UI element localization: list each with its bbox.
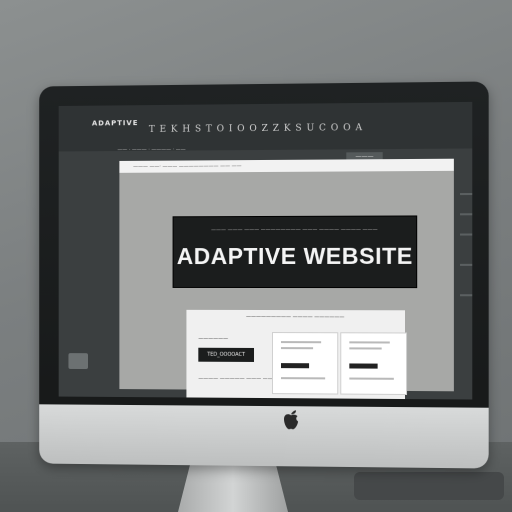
preview-card[interactable]: [340, 332, 407, 395]
sidebar-line: [460, 264, 472, 266]
hero-kicker: ——— ——— ——— ———————— ——— ———— ———— ———: [174, 227, 417, 234]
brand-logo[interactable]: ADAPTIVE: [92, 119, 138, 127]
sidebar-line: [460, 193, 472, 195]
hero-title: ADAPTIVE WEBSITE: [174, 243, 417, 270]
url-bar[interactable]: ——— ——· ——— ———————— —— ——: [119, 159, 454, 173]
content-section: ————————— ———— —————— —————— TED_OOOOACT…: [186, 310, 405, 400]
preview-card[interactable]: [272, 332, 338, 394]
section-heading: ————————— ———— ——————: [246, 314, 344, 320]
imac-monitor: ADAPTIVE T E K H S T O I O O Z Z K S U C…: [39, 81, 488, 468]
card-line: [349, 341, 389, 343]
sidebar-line: [460, 294, 472, 296]
nav-links[interactable]: —— · ——— · ———— · ——: [117, 147, 185, 153]
card-bar: [281, 363, 309, 368]
monitor-chin: [39, 404, 488, 468]
sidebar-line: [460, 233, 472, 235]
dock-icon[interactable]: [68, 353, 88, 369]
sidebar-line: [460, 213, 472, 215]
card-line: [349, 378, 394, 380]
card-line: [281, 347, 313, 349]
screen: ADAPTIVE T E K H S T O I O O Z Z K S U C…: [59, 102, 473, 400]
monitor-stand: [178, 460, 288, 512]
cta-button[interactable]: TED_OOOOACT: [198, 348, 254, 362]
card-bar: [349, 363, 377, 368]
apple-logo-icon: [282, 408, 300, 430]
browser-page: ——— ——· ——— ———————— —— —— ——— ——— ——— —…: [119, 159, 454, 392]
hero-banner: ——— ——— ——— ———————— ——— ———— ———— ——— A…: [173, 215, 418, 288]
card-line: [281, 341, 321, 343]
app-header: ADAPTIVE T E K H S T O I O O Z Z K S U C…: [59, 102, 473, 152]
brand-subtitle: T E K H S T O I O O Z Z K S U C O O A: [149, 123, 363, 135]
card-line: [349, 347, 381, 349]
desk-object: [354, 472, 504, 500]
card-label: ——————: [198, 336, 228, 342]
card-line: [281, 377, 325, 379]
card-text: ———— ————— ——— ———: [198, 376, 277, 382]
